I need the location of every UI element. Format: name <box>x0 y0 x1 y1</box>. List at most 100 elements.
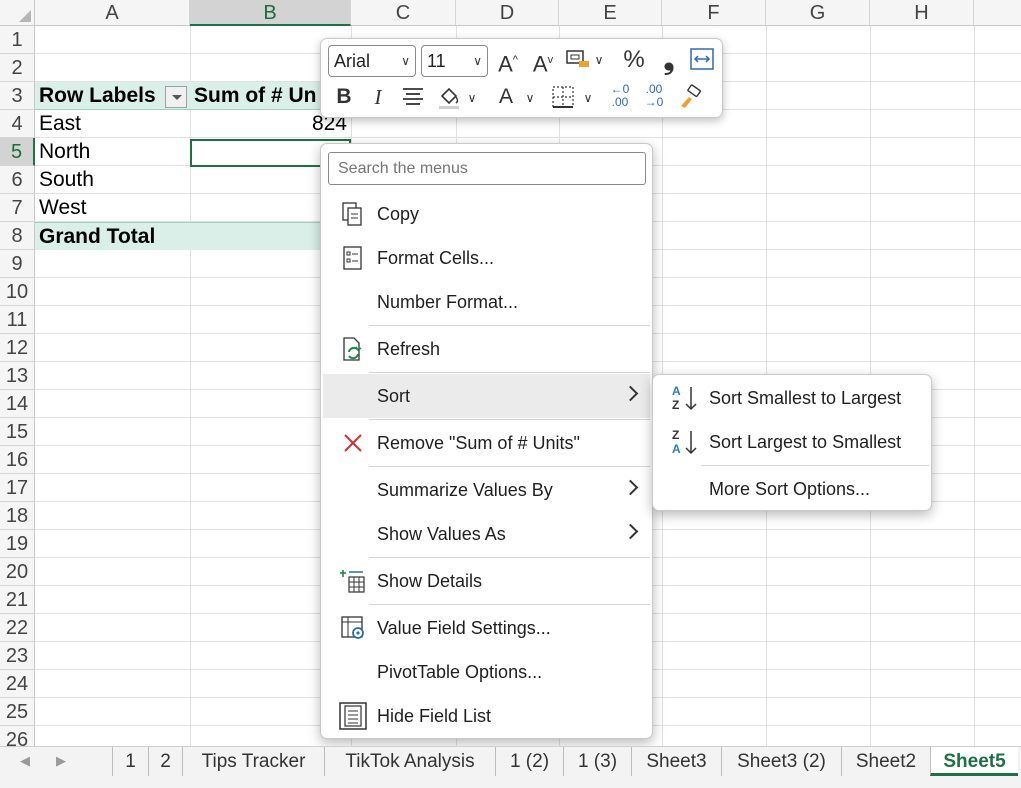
increase-font-size-icon[interactable]: A^ <box>493 46 523 78</box>
sheet-tab[interactable]: 2 <box>148 747 182 776</box>
wrap-text-icon[interactable] <box>688 47 716 78</box>
row-header[interactable]: 16 <box>0 446 35 474</box>
row-header[interactable]: 22 <box>0 614 35 642</box>
align-center-icon[interactable] <box>399 85 427 114</box>
svg-text:Z: Z <box>672 428 679 442</box>
sheet-tab[interactable]: TikTok Analysis <box>324 747 495 776</box>
row-header[interactable]: 7 <box>0 194 35 222</box>
menu-item-show-values-as[interactable]: Show Values As <box>323 512 650 556</box>
submenu-item-label: Sort Smallest to Largest <box>709 388 902 408</box>
increase-decimal-icon[interactable]: ←0 .00 <box>605 83 635 109</box>
submenu-item-sort-ascending[interactable]: AZ Sort Smallest to Largest <box>655 376 929 420</box>
chevron-down-icon[interactable]: ∨ <box>465 84 479 112</box>
row-header[interactable]: 25 <box>0 698 35 726</box>
sheet-tab[interactable]: Sheet3 <box>631 747 721 776</box>
chevron-down-icon[interactable]: ∨ <box>523 84 537 112</box>
menu-item-remove-field[interactable]: Remove "Sum of # Units" <box>323 421 650 465</box>
menu-item-label: Hide Field List <box>377 706 492 726</box>
italic-icon[interactable]: I <box>365 83 391 111</box>
row-header[interactable]: 15 <box>0 418 35 446</box>
column-header-a[interactable]: A <box>35 0 190 26</box>
column-header-e[interactable]: E <box>559 0 662 26</box>
font-size-dropdown[interactable]: 11 ∨ <box>421 45 488 77</box>
row-header[interactable]: 8 <box>0 222 35 250</box>
column-header-c[interactable]: C <box>351 0 456 26</box>
row-header[interactable]: 13 <box>0 362 35 390</box>
chevron-down-icon[interactable]: ∨ <box>581 84 595 112</box>
sheet-tab[interactable]: 1 (3) <box>563 747 631 776</box>
menu-item-show-details[interactable]: Show Details <box>323 559 650 603</box>
row-header[interactable]: 17 <box>0 474 35 502</box>
row-header[interactable]: 10 <box>0 278 35 306</box>
scroll-tabs-right-icon[interactable]: ▶ <box>56 753 66 769</box>
select-all-corner[interactable] <box>0 0 35 26</box>
search-menus-input[interactable] <box>328 152 646 185</box>
row-header[interactable]: 9 <box>0 250 35 278</box>
submenu-item-sort-descending[interactable]: ZA Sort Largest to Smallest <box>655 420 929 464</box>
menu-item-value-field-settings[interactable]: Value Field Settings... <box>323 606 650 650</box>
sheet-tab[interactable]: Sheet3 (2) <box>721 747 841 776</box>
sheet-tab[interactable]: 1 (2) <box>495 747 563 776</box>
row-header[interactable]: 1 <box>0 26 35 54</box>
borders-icon[interactable] <box>549 85 577 116</box>
pivot-row-label[interactable]: East <box>35 110 190 138</box>
accounting-format-icon[interactable] <box>563 47 593 78</box>
row-header[interactable]: 14 <box>0 390 35 418</box>
fill-color-icon[interactable] <box>435 84 463 117</box>
row-header[interactable]: 12 <box>0 334 35 362</box>
menu-item-hide-field-list[interactable]: Hide Field List <box>323 694 650 738</box>
font-name-dropdown[interactable]: Arial ∨ <box>328 45 416 77</box>
chevron-down-icon[interactable]: ∨ <box>591 46 607 74</box>
copy-icon <box>339 200 367 228</box>
row-header[interactable]: 19 <box>0 530 35 558</box>
format-painter-icon[interactable] <box>675 84 705 117</box>
column-header-f[interactable]: F <box>662 0 766 26</box>
close-icon <box>339 429 367 457</box>
menu-item-number-format[interactable]: Number Format... <box>323 280 650 324</box>
row-header[interactable]: 23 <box>0 642 35 670</box>
row-header[interactable]: 3 <box>0 82 35 110</box>
row-header[interactable]: 21 <box>0 586 35 614</box>
menu-item-summarize-values-by[interactable]: Summarize Values By <box>323 468 650 512</box>
row-header[interactable]: 24 <box>0 670 35 698</box>
scroll-tabs-left-icon[interactable]: ◀ <box>20 753 30 769</box>
pivot-row-label[interactable]: North <box>35 138 190 166</box>
sheet-tab[interactable]: Sheet2 <box>841 747 930 776</box>
menu-item-format-cells[interactable]: Format Cells... <box>323 236 650 280</box>
row-header[interactable]: 5 <box>0 138 35 166</box>
sheet-tab[interactable]: Tips Tracker <box>182 747 324 776</box>
menu-item-copy[interactable]: Copy <box>323 192 650 236</box>
chevron-right-icon <box>622 479 639 496</box>
svg-text:Z: Z <box>672 398 679 412</box>
column-header-b[interactable]: B <box>190 0 351 26</box>
filter-dropdown-button[interactable] <box>165 86 187 108</box>
pivot-grand-total-label[interactable]: Grand Total <box>35 222 190 250</box>
menu-item-label: Refresh <box>377 339 441 359</box>
row-header[interactable]: 18 <box>0 502 35 530</box>
submenu-item-more-sort-options[interactable]: More Sort Options... <box>655 467 929 511</box>
column-header-g[interactable]: G <box>766 0 870 26</box>
bold-icon[interactable]: B <box>331 83 357 111</box>
decrease-decimal-icon[interactable]: .00 →0 <box>639 83 669 109</box>
sheet-tab-active[interactable]: Sheet5 <box>930 747 1018 776</box>
menu-item-pivottable-options[interactable]: PivotTable Options... <box>323 650 650 694</box>
row-header[interactable]: 4 <box>0 110 35 138</box>
comma-style-icon[interactable]: ❟ <box>655 46 683 74</box>
font-color-icon[interactable]: A <box>493 83 519 111</box>
menu-item-sort[interactable]: Sort <box>323 374 650 418</box>
row-header[interactable]: 20 <box>0 558 35 586</box>
menu-item-refresh[interactable]: Refresh <box>323 327 650 371</box>
decrease-font-size-icon[interactable]: Av <box>528 46 558 78</box>
pivot-row-label[interactable]: South <box>35 166 190 194</box>
row-header[interactable]: 11 <box>0 306 35 334</box>
column-header-i[interactable] <box>974 0 1021 26</box>
column-header-d[interactable]: D <box>456 0 559 26</box>
row-header[interactable]: 6 <box>0 166 35 194</box>
pivot-row-label[interactable]: West <box>35 194 190 222</box>
row-header[interactable]: 26 <box>0 726 35 746</box>
row-header[interactable]: 2 <box>0 54 35 82</box>
column-header-h[interactable]: H <box>870 0 974 26</box>
svg-text:A: A <box>672 442 681 456</box>
percent-style-icon[interactable]: % <box>619 46 649 74</box>
sheet-tab[interactable]: 1 <box>112 747 148 776</box>
